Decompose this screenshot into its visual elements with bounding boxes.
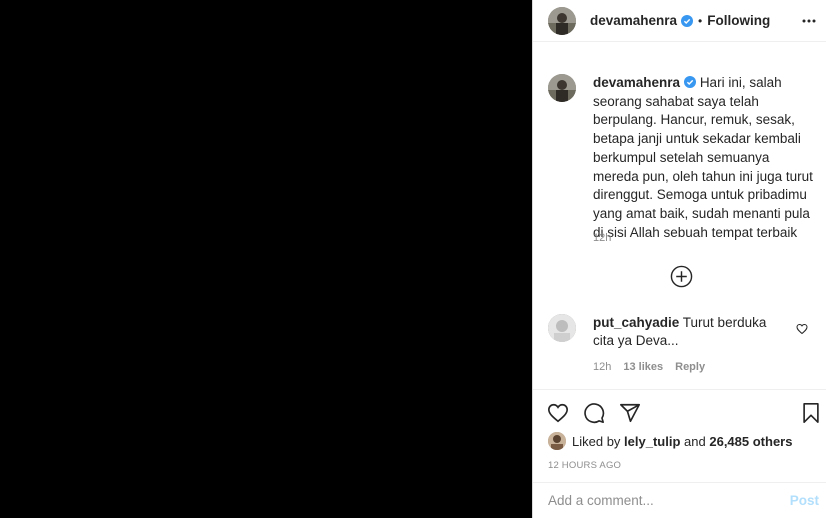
post-caption: devamahenra Hari ini, salah seorang saha… [548, 74, 818, 244]
verified-badge-icon [684, 76, 697, 88]
plus-circle-icon[interactable] [670, 265, 693, 288]
likes-middle: and [684, 433, 706, 449]
author-avatar[interactable] [548, 6, 576, 35]
commenter-avatar[interactable] [548, 314, 576, 342]
caption-username[interactable]: devamahenra [593, 75, 680, 90]
comment-meta: 12h 13 likes Reply [593, 361, 818, 373]
post-media[interactable] [0, 0, 532, 518]
verified-badge-icon [681, 14, 694, 27]
post-side-panel: devamahenra • Following devamahenra Hari… [532, 0, 826, 518]
post-timestamp[interactable]: 12 HOURS AGO [548, 460, 621, 471]
heart-icon[interactable] [547, 402, 569, 424]
post-viewer: devamahenra • Following devamahenra Hari… [0, 0, 826, 518]
comment-icon[interactable] [583, 402, 605, 424]
post-header: devamahenra • Following [533, 0, 826, 42]
comment-username[interactable]: put_cahyadie [593, 315, 679, 330]
separator-dot: • [698, 13, 703, 28]
bookmark-icon[interactable] [800, 402, 822, 424]
likes-others[interactable]: 26,485 others [709, 434, 792, 449]
comment-likes[interactable]: 13 likes [623, 361, 663, 373]
caption-avatar[interactable] [548, 74, 576, 102]
author-username[interactable]: devamahenra [590, 13, 677, 28]
caption-body: devamahenra Hari ini, salah seorang saha… [593, 74, 813, 242]
post-comment-button[interactable]: Post [790, 493, 819, 508]
comment-body: put_cahyadie Turut berduka cita ya Deva.… [593, 314, 783, 349]
likes-summary: Liked by lely_tulip and 26,485 others [548, 432, 792, 450]
liker-username[interactable]: lely_tulip [624, 434, 680, 449]
more-options-icon[interactable] [801, 13, 817, 29]
comment-input[interactable] [548, 493, 790, 508]
comment-reply-button[interactable]: Reply [675, 361, 705, 373]
add-comment-bar: Post [533, 482, 826, 518]
comment-heart-icon[interactable] [796, 323, 808, 335]
caption-text: Hari ini, salah seorang sahabat saya tel… [593, 75, 813, 240]
comment-timestamp[interactable]: 12h [593, 361, 611, 373]
share-icon[interactable] [619, 402, 641, 424]
likes-prefix: Liked by [572, 433, 621, 449]
following-button[interactable]: Following [707, 13, 770, 28]
caption-timestamp[interactable]: 12h [593, 232, 611, 244]
liker-avatar[interactable] [548, 432, 566, 450]
comment-item: put_cahyadie Turut berduka cita ya Deva.… [548, 314, 818, 373]
